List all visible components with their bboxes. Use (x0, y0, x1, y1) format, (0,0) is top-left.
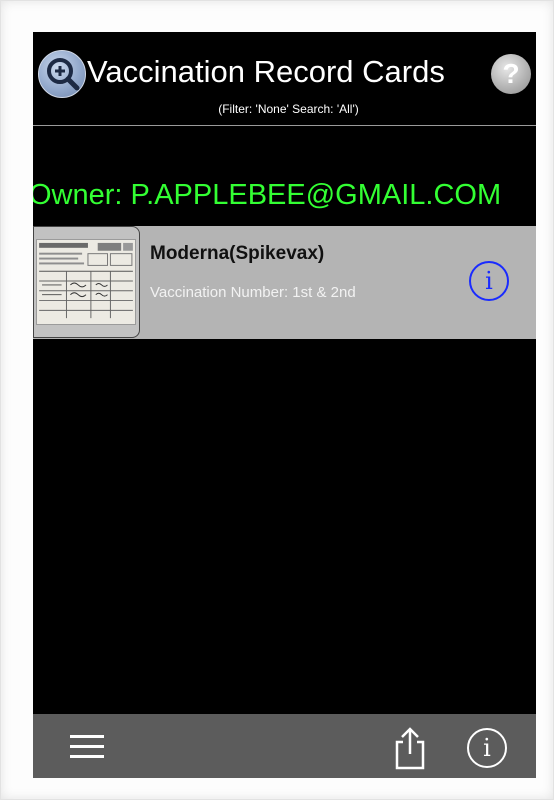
header: Vaccination Record Cards ? (Filter: 'Non… (33, 32, 536, 125)
menu-bar (70, 745, 104, 748)
help-button[interactable]: ? (491, 54, 531, 94)
app-screen: Vaccination Record Cards ? (Filter: 'Non… (33, 32, 536, 778)
menu-bar (70, 735, 104, 738)
hamburger-menu-icon[interactable] (70, 735, 104, 759)
header-divider (33, 125, 536, 126)
share-icon[interactable] (390, 726, 430, 770)
bottom-toolbar: i (33, 714, 536, 778)
page-title: Vaccination Record Cards (87, 54, 445, 89)
record-detail: Vaccination Number: 1st & 2nd (150, 284, 356, 301)
filter-status: (Filter: 'None' Search: 'All') (218, 102, 359, 116)
record-row[interactable]: Moderna(Spikevax) Vaccination Number: 1s… (33, 226, 536, 339)
search-zoom-icon[interactable] (38, 50, 86, 98)
menu-bar (70, 755, 104, 758)
photo-frame: Vaccination Record Cards ? (Filter: 'Non… (0, 0, 554, 800)
record-thumbnail (33, 226, 140, 338)
vaccination-card-image (36, 239, 136, 325)
app-info-button[interactable]: i (467, 728, 507, 768)
magnifier-icon (47, 58, 80, 91)
record-title: Moderna(Spikevax) (150, 243, 325, 264)
record-info-button[interactable]: i (469, 261, 509, 301)
owner-label: Owner: P.APPLEBEE@GMAIL.COM (33, 179, 502, 211)
